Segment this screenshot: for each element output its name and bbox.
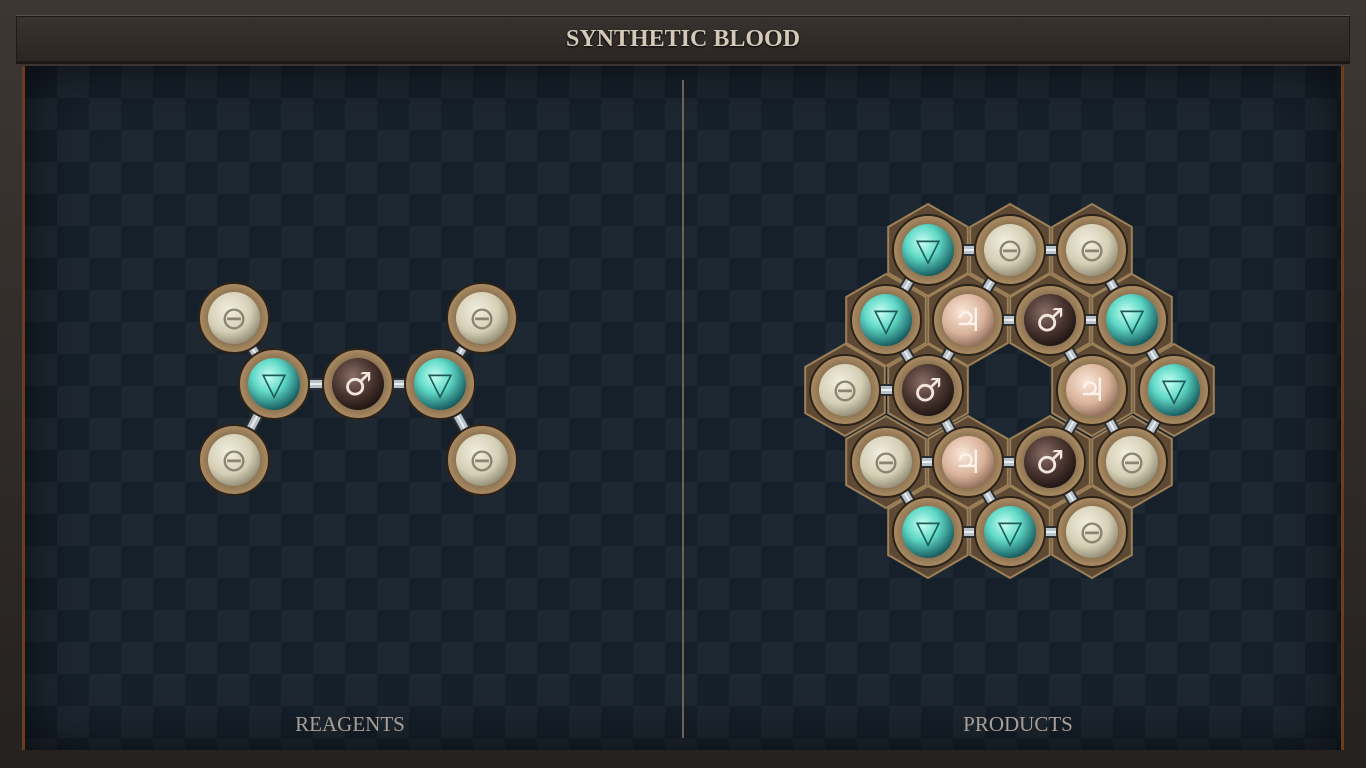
tin-icon: ♃ — [954, 301, 983, 339]
salt-atom: ⊖ — [1096, 426, 1168, 498]
tin-atom: ♃ — [932, 284, 1004, 356]
salt-icon: ⊖ — [997, 231, 1024, 269]
salt-atom: ⊖ — [446, 424, 518, 496]
salt-icon: ⊖ — [469, 299, 496, 337]
water-icon: ▽ — [916, 231, 941, 269]
iron-atom: ♂ — [322, 348, 394, 420]
products-label: PRODUCTS — [963, 712, 1073, 736]
salt-icon: ⊖ — [221, 441, 248, 479]
iron-icon: ♂ — [1036, 301, 1065, 339]
product-molecule: ▽ ⊖ ⊖ ▽ ♃ ♂ ▽ ⊖ ♂ ♃ ▽ ⊖ ♃ ♂ ⊖ ▽ ▽ ⊖ — [804, 202, 1215, 580]
reagents-label: REAGENTS — [295, 712, 405, 736]
salt-atom: ⊖ — [974, 214, 1046, 286]
water-atom: ▽ — [404, 348, 476, 420]
iron-atom: ♂ — [892, 354, 964, 426]
water-atom: ▽ — [892, 496, 964, 568]
salt-icon: ⊖ — [873, 443, 900, 481]
water-icon: ▽ — [998, 513, 1023, 551]
salt-icon: ⊖ — [1119, 443, 1146, 481]
tin-icon: ♃ — [954, 443, 983, 481]
water-icon: ▽ — [428, 365, 453, 403]
salt-atom: ⊖ — [198, 424, 270, 496]
salt-icon: ⊖ — [832, 371, 859, 409]
salt-atom: ⊖ — [1056, 496, 1128, 568]
salt-atom: ⊖ — [809, 354, 881, 426]
salt-atom: ⊖ — [446, 282, 518, 354]
water-icon: ▽ — [916, 513, 941, 551]
salt-atom: ⊖ — [1056, 214, 1128, 286]
water-icon: ▽ — [262, 365, 287, 403]
iron-icon: ♂ — [914, 371, 943, 409]
water-atom: ▽ — [850, 284, 922, 356]
salt-icon: ⊖ — [1079, 231, 1106, 269]
iron-icon: ♂ — [1036, 443, 1065, 481]
salt-icon: ⊖ — [221, 299, 248, 337]
iron-atom: ♂ — [1014, 426, 1086, 498]
water-icon: ▽ — [1120, 301, 1145, 339]
water-icon: ▽ — [874, 301, 899, 339]
salt-atom: ⊖ — [198, 282, 270, 354]
tin-atom: ♃ — [1056, 354, 1128, 426]
water-atom: ▽ — [892, 214, 964, 286]
tin-atom: ♃ — [932, 426, 1004, 498]
molecule-canvas: ⊖ ▽ ⊖ ♂ ▽ ⊖ ⊖ ▽ ⊖ ⊖ ▽ ♃ ♂ ▽ ⊖ ♂ ♃ ▽ ⊖ ♃ ♂ ⊖ ▽ ▽ ⊖ — [198, 202, 1215, 580]
water-atom: ▽ — [238, 348, 310, 420]
water-atom: ▽ — [1138, 354, 1210, 426]
water-atom: ▽ — [974, 496, 1046, 568]
water-atom: ▽ — [1096, 284, 1168, 356]
water-icon: ▽ — [1162, 371, 1187, 409]
reagent-molecule: ⊖ ▽ ⊖ ♂ ▽ ⊖ ⊖ — [198, 282, 518, 496]
salt-icon: ⊖ — [469, 441, 496, 479]
iron-atom: ♂ — [1014, 284, 1086, 356]
tin-icon: ♃ — [1078, 371, 1107, 409]
iron-icon: ♂ — [344, 365, 373, 403]
salt-icon: ⊖ — [1079, 513, 1106, 551]
salt-atom: ⊖ — [850, 426, 922, 498]
